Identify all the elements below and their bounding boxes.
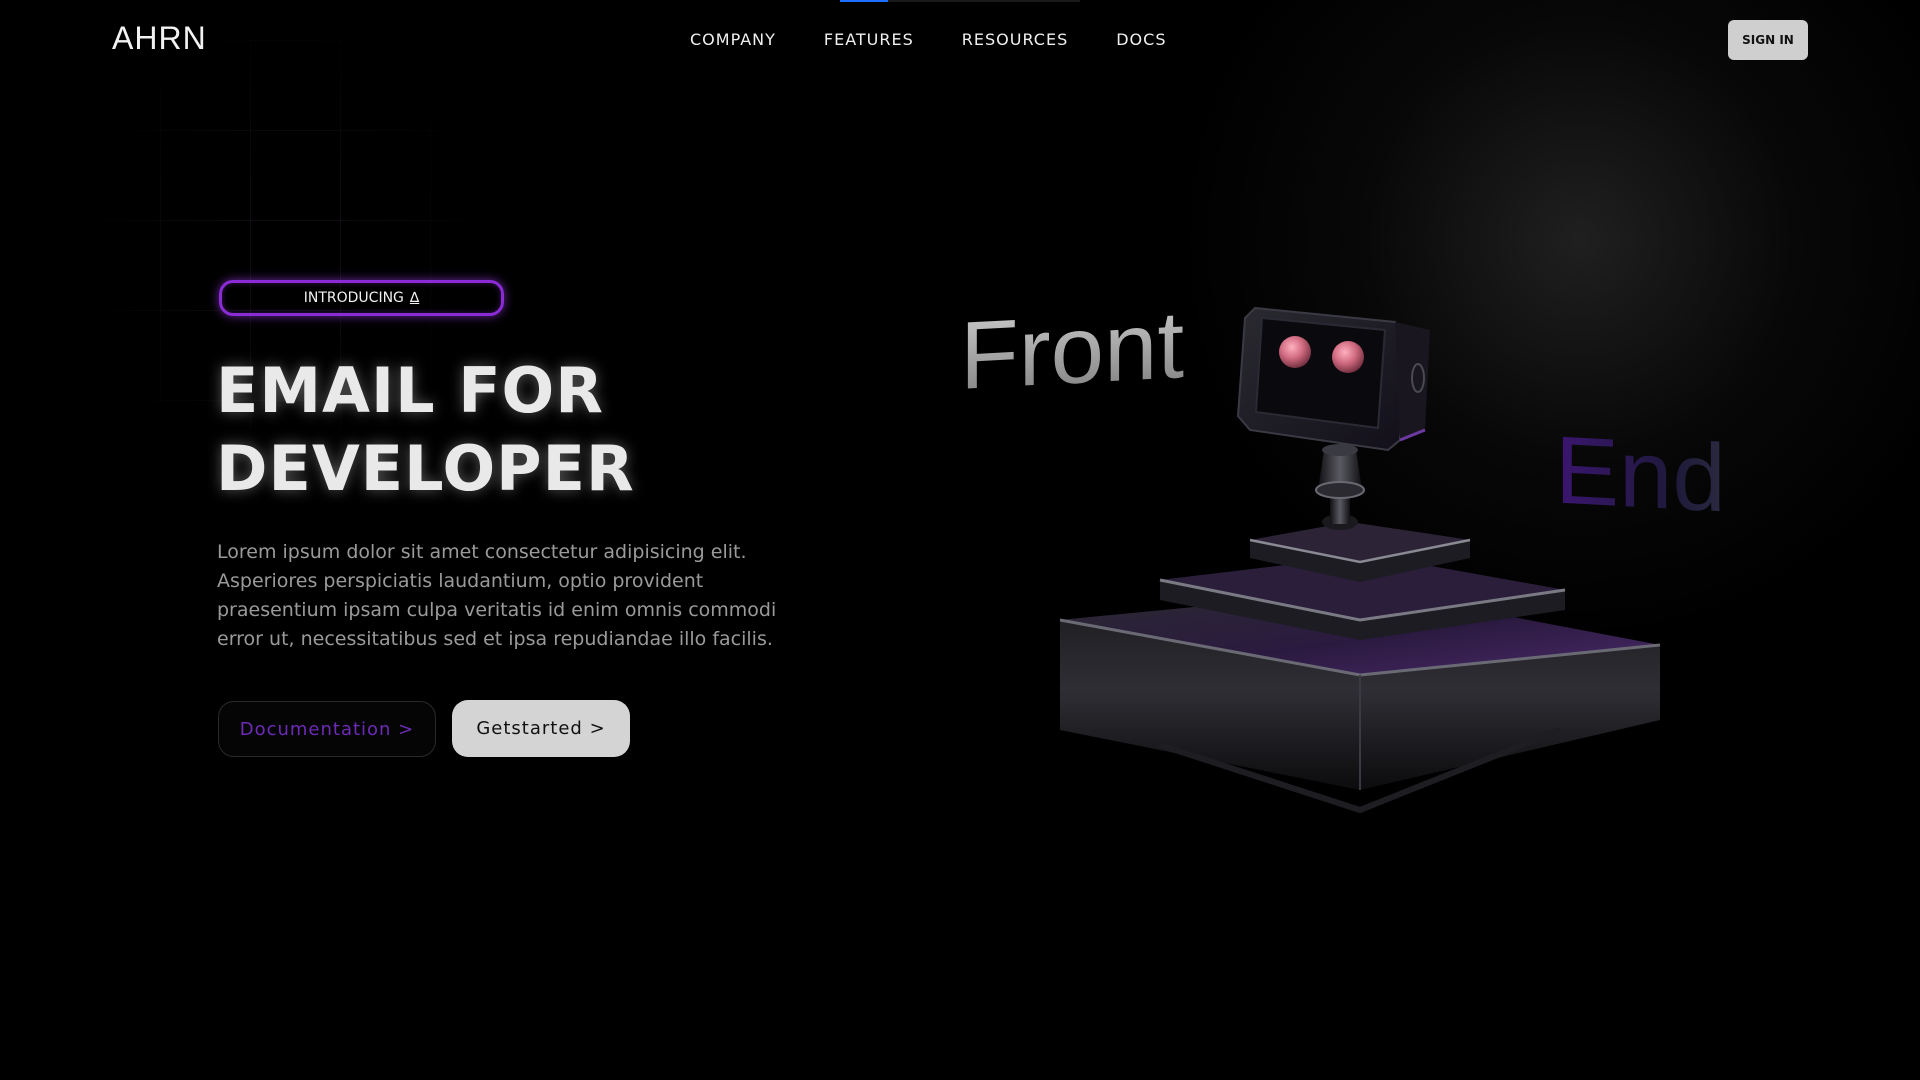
nav-resources[interactable]: RESOURCES xyxy=(962,30,1068,50)
nav-company[interactable]: COMPANY xyxy=(690,30,776,50)
nav-features[interactable]: FEATURES xyxy=(824,30,914,50)
page: AHRN COMPANY FEATURES RESOURCES DOCS SIG… xyxy=(0,0,1920,1080)
delta-icon: ∆ xyxy=(409,290,420,306)
robot-left-eye xyxy=(1279,336,1311,368)
headline-line-1: EMAIL FOR xyxy=(216,354,604,427)
robot-head xyxy=(1236,306,1430,452)
badge-label: INTRODUCING xyxy=(303,290,404,306)
main-nav: COMPANY FEATURES RESOURCES DOCS xyxy=(690,30,1214,50)
robot-right-eye xyxy=(1332,341,1364,373)
nav-docs[interactable]: DOCS xyxy=(1116,30,1166,50)
robot-illustration xyxy=(1059,306,1661,814)
hero-headline: EMAIL FOR DEVELOPER xyxy=(216,352,635,508)
sign-in-button[interactable]: SIGN IN xyxy=(1728,20,1808,60)
brand-logo[interactable]: AHRN xyxy=(112,20,207,57)
nav-indicator-track xyxy=(840,0,1080,2)
headline-line-2: DEVELOPER xyxy=(216,432,635,505)
get-started-button[interactable]: Getstarted > xyxy=(452,700,630,757)
documentation-button[interactable]: Documentation > xyxy=(218,701,436,757)
introducing-badge[interactable]: INTRODUCING ∆ xyxy=(219,280,504,316)
robot-neck xyxy=(1315,444,1365,530)
hero-description: Lorem ipsum dolor sit amet consectetur a… xyxy=(217,541,777,650)
nav-active-indicator xyxy=(840,0,888,2)
